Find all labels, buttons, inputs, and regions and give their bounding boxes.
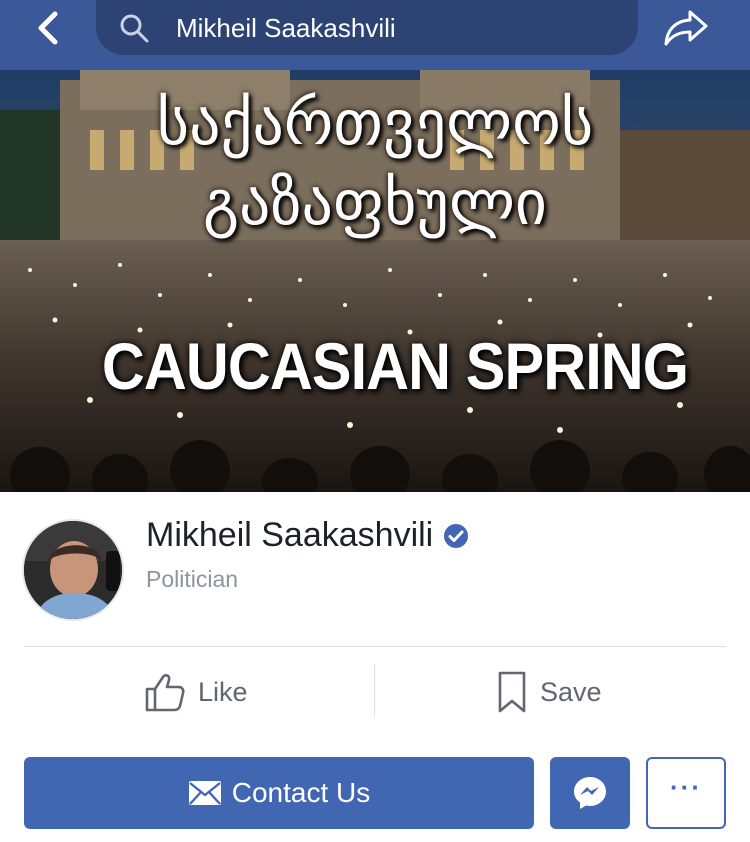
search-bar[interactable] — [96, 0, 638, 55]
search-input[interactable] — [176, 8, 616, 48]
thumbs-up-icon — [145, 674, 185, 712]
messenger-icon — [574, 777, 606, 809]
share-icon — [664, 10, 708, 46]
verified-badge-icon — [444, 523, 469, 548]
save-button[interactable]: Save — [496, 668, 602, 716]
vertical-divider — [374, 664, 375, 716]
avatar[interactable] — [22, 519, 124, 621]
search-icon — [120, 14, 149, 43]
contact-us-label: Contact Us — [231, 777, 371, 808]
page-category: Politician — [146, 566, 239, 592]
cover-title-line1: საქართველოს — [156, 86, 594, 159]
page-name-text: Mikheil Saakashvili — [146, 516, 434, 554]
page-title: Mikheil Saakashvili — [146, 516, 469, 555]
back-button[interactable] — [28, 8, 68, 48]
more-options-button[interactable]: ··· — [646, 757, 726, 829]
top-nav-bar — [0, 0, 750, 70]
chevron-left-icon — [38, 11, 58, 45]
cover-photo[interactable]: საქართველოს გაზაფხული CAUCASIAN SPRING — [0, 70, 750, 492]
save-label: Save — [540, 676, 602, 707]
profile-photo — [24, 521, 122, 619]
bookmark-icon — [498, 671, 526, 713]
share-button[interactable] — [660, 6, 712, 50]
messenger-button[interactable] — [550, 757, 630, 829]
like-button[interactable]: Like — [144, 668, 248, 716]
contact-us-button[interactable]: Contact Us — [24, 757, 534, 829]
action-row: Like Save — [0, 660, 750, 720]
divider — [24, 646, 726, 647]
cover-subtitle: CAUCASIAN SPRING — [101, 329, 689, 403]
like-label: Like — [198, 676, 248, 707]
cover-title-line2: გაზაფხული — [202, 166, 548, 239]
more-icon: ··· — [670, 772, 702, 802]
envelope-icon — [188, 781, 221, 805]
